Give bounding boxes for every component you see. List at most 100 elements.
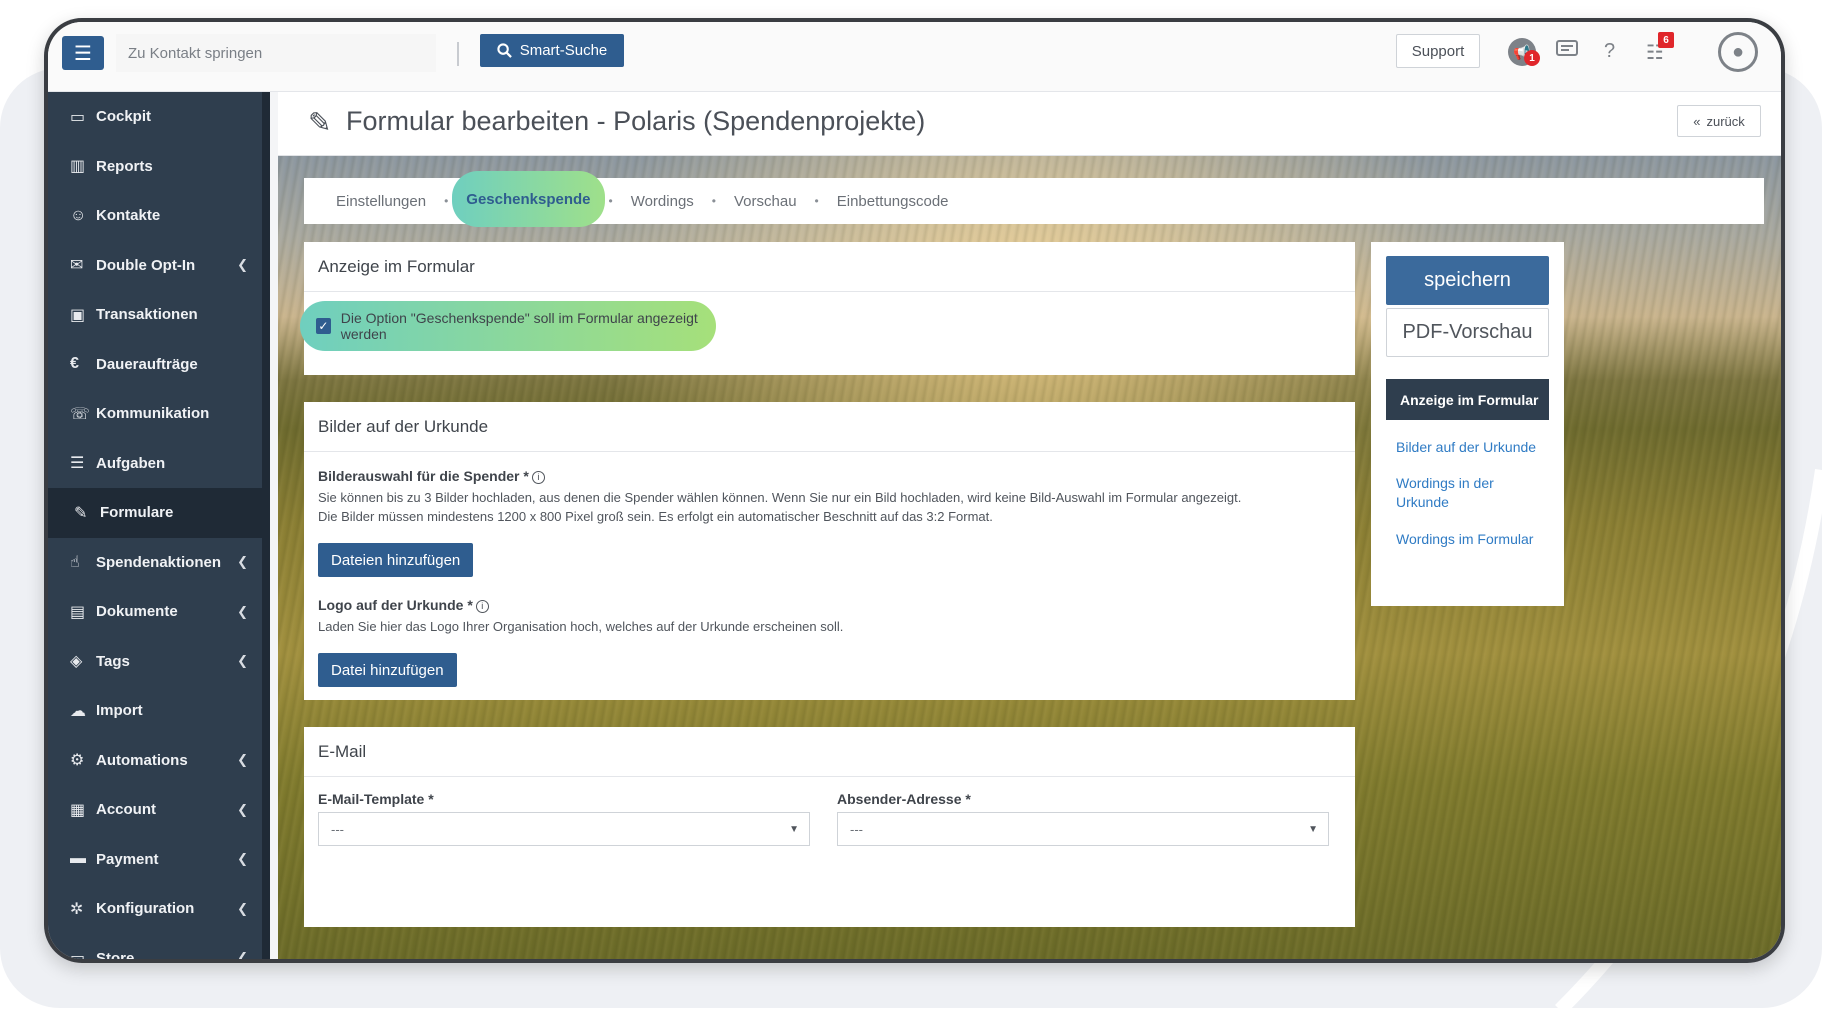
section-nav-anzeige[interactable]: Anzeige im Formular xyxy=(1386,379,1549,420)
sidebar-item-label: Aufgaben xyxy=(96,454,166,472)
tab-einstellungen[interactable]: Einstellungen xyxy=(322,178,440,224)
chevron-left-icon: ❮ xyxy=(237,653,248,669)
contact-jump-input[interactable] xyxy=(116,34,436,72)
sidebar-item-label: Daueraufträge xyxy=(96,355,198,373)
list-icon: ☰ xyxy=(70,455,85,473)
add-file-button[interactable]: Datei hinzufügen xyxy=(318,653,457,687)
sidebar-item-store[interactable]: ▭ Store ❮ xyxy=(48,934,262,959)
sidebar-item-transaktionen[interactable]: ▣ Transaktionen xyxy=(48,290,262,340)
tab-geschenkspende[interactable]: Geschenkspende xyxy=(452,171,605,227)
chevron-left-icon: ❮ xyxy=(237,900,248,916)
menu-toggle-button[interactable]: ☰ xyxy=(62,36,104,70)
email-template-select[interactable]: --- ▼ xyxy=(318,812,810,846)
bilder-card: Bilder auf der Urkunde Bilderauswahl für… xyxy=(304,402,1355,700)
info-icon[interactable]: i xyxy=(475,599,489,613)
checkbox-checked-icon: ✓ xyxy=(316,318,331,334)
info-icon[interactable]: i xyxy=(531,470,545,484)
email-template-value: --- xyxy=(331,821,344,837)
sidebar-item-label: Store xyxy=(96,949,135,959)
chevron-left-icon: ❮ xyxy=(237,257,248,273)
robot-icon: ⚙ xyxy=(70,752,85,770)
sidebar-item-label: Import xyxy=(96,702,143,720)
save-button[interactable]: speichern xyxy=(1386,256,1549,305)
support-button[interactable]: Support xyxy=(1396,34,1480,68)
page-title: Formular bearbeiten - Polaris (Spendenpr… xyxy=(346,106,926,136)
add-files-button[interactable]: Dateien hinzufügen xyxy=(318,543,474,577)
sidebar-item-payment[interactable]: ▬ Payment ❮ xyxy=(48,835,262,885)
refresh-euro-icon: € xyxy=(70,355,79,373)
sidebar-item-import[interactable]: ☁ Import xyxy=(48,686,262,736)
sidebar-item-label: Spendenaktionen xyxy=(96,553,222,571)
section-nav-bilder[interactable]: Bilder auf der Urkunde xyxy=(1396,438,1546,457)
sidebar-item-double-opt-in[interactable]: ✉ Double Opt-In ❮ xyxy=(48,241,262,291)
back-button[interactable]: « zurück xyxy=(1677,105,1761,137)
tab-separator: • xyxy=(444,194,449,208)
sidebar-item-label: Formulare xyxy=(100,504,174,522)
sidebar-item-label: Tags xyxy=(96,652,130,670)
bilder-card-title: Bilder auf der Urkunde xyxy=(304,402,1355,452)
id-card-icon xyxy=(1556,40,1578,56)
email-card-title: E-Mail xyxy=(304,727,1355,777)
sidebar-item-cockpit[interactable]: ▭ Cockpit xyxy=(48,92,262,142)
users-icon: ☺ xyxy=(70,206,87,224)
envelope-icon: ✉ xyxy=(70,257,84,275)
sidebar-item-aufgaben[interactable]: ☰ Aufgaben xyxy=(48,439,262,489)
search-icon xyxy=(497,43,512,58)
id-card-button[interactable] xyxy=(1556,40,1578,56)
sidebar-item-label: Account xyxy=(96,801,156,819)
sender-address-value: --- xyxy=(850,821,863,837)
tab-einbettungscode[interactable]: Einbettungscode xyxy=(823,178,963,224)
anzeige-card-title: Anzeige im Formular xyxy=(304,242,1355,292)
hamburger-icon: ☰ xyxy=(74,42,92,65)
smart-search-label: Smart-Suche xyxy=(519,42,608,59)
sidebar-item-formulare[interactable]: ✎ Formulare xyxy=(48,488,262,538)
tab-bar: Einstellungen • Geschenkspende • Wording… xyxy=(304,171,1764,227)
sidebar-item-kontakte[interactable]: ☺ Kontakte xyxy=(48,191,262,241)
sidebar-item-label: Cockpit xyxy=(96,108,152,126)
tab-separator: • xyxy=(711,194,716,208)
section-nav-wordings-formular[interactable]: Wordings im Formular xyxy=(1396,530,1546,549)
page-header: ✎ Formular bearbeiten - Polaris (Spenden… xyxy=(278,92,1781,156)
bilderauswahl-label-text: Bilderauswahl für die Spender * xyxy=(318,468,529,484)
smart-search-button[interactable]: Smart-Suche xyxy=(480,34,624,67)
thumbs-up-icon: ☝ xyxy=(70,554,80,572)
sidebar-item-automations[interactable]: ⚙ Automations ❮ xyxy=(48,736,262,786)
tab-wordings[interactable]: Wordings xyxy=(617,178,708,224)
user-avatar[interactable]: ● xyxy=(1718,32,1758,72)
sidebar-item-label: Double Opt-In xyxy=(96,256,196,274)
sender-address-select[interactable]: --- ▼ xyxy=(837,812,1329,846)
tab-separator: • xyxy=(814,194,819,208)
anzeige-card: Anzeige im Formular ✓ Die Option "Gesche… xyxy=(300,242,1355,375)
sidebar-item-account[interactable]: ▦ Account ❮ xyxy=(48,785,262,835)
help-icon: ? xyxy=(1604,40,1616,62)
laptop-icon: ▭ xyxy=(70,108,86,126)
sidebar-item-label: Payment xyxy=(96,850,159,868)
sidebar-item-label: Dokumente xyxy=(96,603,178,621)
caret-down-icon: ▼ xyxy=(789,823,799,835)
notification-badge: 1 xyxy=(1524,50,1540,66)
sidebar-item-konfiguration[interactable]: ✲ Konfiguration ❮ xyxy=(48,884,262,934)
chat-icon: ☏ xyxy=(70,405,91,423)
edit-icon: ✎ xyxy=(308,107,332,138)
sidebar-item-dauerauftraege[interactable]: € Daueraufträge xyxy=(48,340,262,390)
sidebar-item-tags[interactable]: ◈ Tags ❮ xyxy=(48,637,262,687)
chevron-left-icon: ❮ xyxy=(237,752,248,768)
cloud-upload-icon: ☁ xyxy=(70,702,86,720)
megaphone-button[interactable]: 📢 1 xyxy=(1508,38,1540,66)
sidebar-item-spendenaktionen[interactable]: ☝ Spendenaktionen ❮ xyxy=(48,538,262,588)
chevron-left-icon: ❮ xyxy=(237,950,248,959)
sidebar-item-reports[interactable]: ▥ Reports xyxy=(48,142,262,192)
sidebar-item-dokumente[interactable]: ▤ Dokumente ❮ xyxy=(48,587,262,637)
sidebar-item-label: Reports xyxy=(96,157,153,175)
section-nav-wordings-urkunde[interactable]: Wordings in der Urkunde xyxy=(1396,474,1506,512)
pdf-preview-button[interactable]: PDF-Vorschau xyxy=(1386,308,1549,357)
sidebar-item-kommunikation[interactable]: ☏ Kommunikation xyxy=(48,389,262,439)
gear-icon: ✲ xyxy=(70,900,84,918)
bilderauswahl-label: Bilderauswahl für die Spender * i xyxy=(318,468,1341,484)
tab-vorschau[interactable]: Vorschau xyxy=(720,178,811,224)
help-button[interactable]: ? xyxy=(1604,40,1615,63)
user-icon: ● xyxy=(1731,40,1745,63)
tasks-button[interactable]: ☷ 6 xyxy=(1646,32,1674,65)
edit-icon: ✎ xyxy=(74,504,88,522)
geschenkspende-option-checkbox[interactable]: ✓ Die Option "Geschenkspende" soll im Fo… xyxy=(300,301,716,351)
